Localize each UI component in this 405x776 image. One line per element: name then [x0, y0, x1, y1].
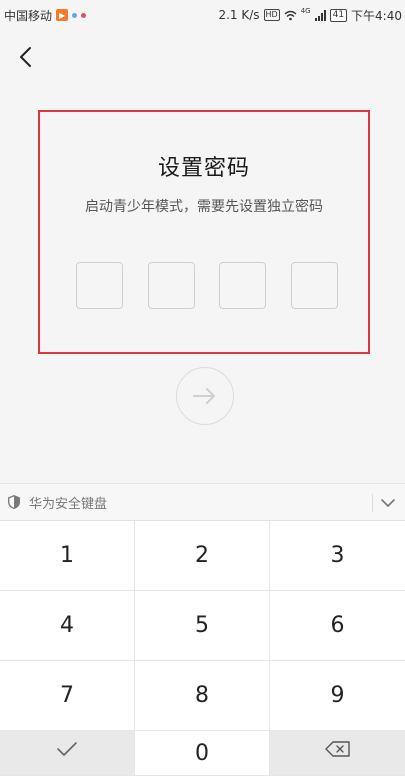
chevron-down-icon	[381, 498, 395, 507]
status-left: 中国移动 ▶	[4, 7, 87, 24]
arrow-right-icon	[193, 388, 215, 404]
carrier-name: 中国移动	[4, 8, 53, 23]
status-right: 2.1 K/s HD 4G 41 下午4:40	[218, 7, 402, 24]
wifi-icon	[284, 10, 297, 20]
nav-bar	[0, 30, 405, 86]
chevron-left-icon	[20, 47, 31, 67]
key-4[interactable]: 4	[0, 591, 135, 661]
delete-key[interactable]	[270, 731, 405, 776]
page-subtitle: 启动青少年模式，需要先设置独立密码	[85, 199, 323, 215]
password-card: 设置密码 启动青少年模式，需要先设置独立密码	[38, 110, 370, 354]
hd-icon: HD	[263, 9, 280, 21]
key-8[interactable]: 8	[135, 661, 270, 731]
keyboard-collapse-button[interactable]	[377, 492, 399, 514]
key-9[interactable]: 9	[270, 661, 405, 731]
key-2[interactable]: 2	[135, 521, 270, 591]
pin-digit-1[interactable]	[76, 262, 123, 309]
notification-icon: ▶	[56, 9, 69, 21]
signal-icon	[314, 9, 326, 21]
key-7[interactable]: 7	[0, 661, 135, 731]
numeric-keypad: 1 2 3 4 5 6 7 8 9 0	[0, 521, 405, 776]
keyboard-divider	[372, 494, 373, 512]
pin-digit-4[interactable]	[290, 262, 338, 309]
confirm-key[interactable]	[0, 731, 135, 776]
pin-digit-2[interactable]	[147, 262, 195, 309]
pin-input-row	[76, 262, 338, 310]
next-button[interactable]	[176, 367, 234, 425]
pin-digit-3[interactable]	[219, 262, 267, 309]
key-5[interactable]: 5	[135, 591, 270, 661]
check-icon	[57, 742, 77, 756]
network-type: 4G	[300, 6, 311, 15]
clock: 下午4:40	[351, 8, 402, 23]
backspace-icon	[324, 741, 350, 757]
status-bar: 中国移动 ▶ 2.1 K/s HD 4G 41 下午4:40	[0, 0, 405, 30]
notification-dot-icon	[81, 12, 87, 18]
key-0[interactable]: 0	[135, 731, 270, 776]
key-6[interactable]: 6	[270, 591, 405, 661]
key-1[interactable]: 1	[0, 521, 135, 591]
network-speed: 2.1 K/s	[218, 8, 260, 22]
keyboard-header: 华为安全键盘	[0, 483, 405, 521]
page-title: 设置密码	[157, 156, 250, 181]
notification-dot-icon	[72, 12, 78, 18]
back-button[interactable]	[10, 40, 40, 74]
key-3[interactable]: 3	[270, 521, 405, 591]
battery-icon: 41	[329, 8, 348, 22]
shield-icon	[7, 494, 21, 510]
keyboard-label: 华为安全键盘	[29, 496, 108, 512]
